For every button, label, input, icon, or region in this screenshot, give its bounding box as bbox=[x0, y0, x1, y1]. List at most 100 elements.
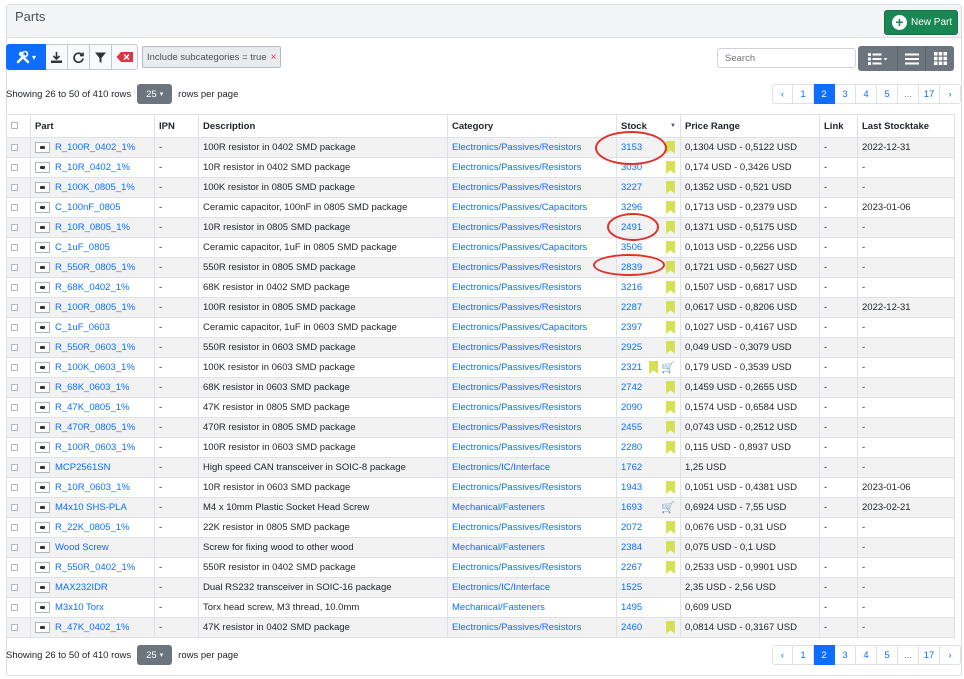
category-link[interactable]: Electronics/Passives/Resistors bbox=[452, 342, 581, 353]
part-link[interactable]: C_100nF_0805 bbox=[55, 202, 121, 213]
row-checkbox[interactable] bbox=[11, 263, 18, 271]
row-select-cell[interactable] bbox=[6, 137, 31, 158]
stock-link[interactable]: 2397 bbox=[621, 322, 642, 333]
stock-link[interactable]: 2072 bbox=[621, 522, 642, 533]
part-link[interactable]: R_100R_0805_1% bbox=[55, 302, 135, 313]
part-link[interactable]: R_10R_0603_1% bbox=[55, 482, 130, 493]
part-link[interactable]: C_1uF_0805 bbox=[55, 242, 110, 253]
row-checkbox[interactable] bbox=[11, 223, 18, 231]
stock-link[interactable]: 2384 bbox=[621, 542, 642, 553]
row-select-cell[interactable] bbox=[6, 157, 31, 178]
category-link[interactable]: Electronics/IC/Interface bbox=[452, 582, 550, 593]
row-select-cell[interactable] bbox=[6, 377, 31, 398]
row-checkbox[interactable] bbox=[11, 243, 18, 251]
col-header-category[interactable]: Category bbox=[447, 114, 617, 138]
part-link[interactable]: R_100R_0402_1% bbox=[55, 142, 135, 153]
list-view-button[interactable] bbox=[898, 46, 926, 71]
category-link[interactable]: Electronics/Passives/Capacitors bbox=[452, 242, 587, 253]
col-header-price-range[interactable]: Price Range bbox=[680, 114, 820, 138]
table-row[interactable]: C_100nF_0805- Ceramic capacitor, 100nF in… bbox=[6, 197, 955, 218]
row-checkbox[interactable] bbox=[11, 443, 18, 451]
row-checkbox[interactable] bbox=[11, 423, 18, 431]
row-checkbox[interactable] bbox=[11, 543, 18, 551]
category-link[interactable]: Electronics/Passives/Resistors bbox=[452, 262, 581, 273]
row-checkbox[interactable] bbox=[11, 303, 18, 311]
category-link[interactable]: Electronics/IC/Interface bbox=[452, 462, 550, 473]
row-select-cell[interactable] bbox=[6, 497, 31, 518]
stock-link[interactable]: 2267 bbox=[621, 562, 642, 573]
row-checkbox[interactable] bbox=[11, 623, 18, 631]
category-link[interactable]: Electronics/Passives/Resistors bbox=[452, 362, 581, 373]
prev-page-button[interactable]: ‹ bbox=[772, 645, 793, 665]
stock-link[interactable]: 2491 bbox=[621, 222, 642, 233]
col-header-part[interactable]: Part bbox=[30, 114, 155, 138]
page-1-button[interactable]: 1 bbox=[793, 84, 814, 104]
table-row[interactable]: R_47K_0805_1% -47K resistor in 0805 SMD p… bbox=[6, 397, 955, 418]
select-all-header[interactable] bbox=[6, 114, 31, 138]
import-button[interactable] bbox=[46, 44, 68, 70]
part-link[interactable]: R_10R_0402_1% bbox=[55, 162, 130, 173]
page-4-button[interactable]: 4 bbox=[856, 84, 877, 104]
table-row[interactable]: R_100K_0805_1% -100K resistor in 0805 SMD… bbox=[6, 177, 955, 198]
col-header-last-stocktake[interactable]: Last Stocktake bbox=[857, 114, 955, 138]
table-row[interactable]: R_68K_0402_1% -68K resistor in 0402 SMD p… bbox=[6, 277, 955, 298]
row-select-cell[interactable] bbox=[6, 297, 31, 318]
table-row[interactable]: R_550R_0402_1% -550R resistor in 0402 SMD… bbox=[6, 557, 955, 578]
row-select-cell[interactable] bbox=[6, 177, 31, 198]
row-select-cell[interactable] bbox=[6, 317, 31, 338]
row-select-cell[interactable] bbox=[6, 477, 31, 498]
category-link[interactable]: Electronics/Passives/Resistors bbox=[452, 302, 581, 313]
stock-link[interactable]: 3227 bbox=[621, 182, 642, 193]
page-size-select[interactable]: 25 ▾ bbox=[137, 645, 173, 665]
row-checkbox[interactable] bbox=[11, 523, 18, 531]
stock-link[interactable]: 1495 bbox=[621, 602, 642, 613]
row-select-cell[interactable] bbox=[6, 457, 31, 478]
page-2-button[interactable]: 2 bbox=[814, 645, 835, 665]
row-checkbox[interactable] bbox=[11, 203, 18, 211]
refresh-button[interactable] bbox=[68, 44, 90, 70]
table-row[interactable]: R_100R_0402_1% -100R resistor in 0402 SMD… bbox=[6, 137, 955, 158]
stock-link[interactable]: 3506 bbox=[621, 242, 642, 253]
table-row[interactable]: C_1uF_0805- Ceramic capacitor, 1uF in 080… bbox=[6, 237, 955, 258]
row-checkbox[interactable] bbox=[11, 603, 18, 611]
clear-filter-button[interactable] bbox=[112, 44, 138, 70]
table-row[interactable]: MAX232IDR - Dual RS232 transceiver in SOIC… bbox=[6, 577, 955, 598]
part-link[interactable]: R_100K_0603_1% bbox=[55, 362, 135, 373]
stock-link[interactable]: 3296 bbox=[621, 202, 642, 213]
table-row[interactable]: R_10R_0402_1% -10R resistor in 0402 SMD p… bbox=[6, 157, 955, 178]
row-select-cell[interactable] bbox=[6, 277, 31, 298]
page-3-button[interactable]: 3 bbox=[835, 84, 856, 104]
category-link[interactable]: Mechanical/Fasteners bbox=[452, 602, 545, 613]
part-link[interactable]: MCP2561SN bbox=[55, 462, 110, 473]
prev-page-button[interactable]: ‹ bbox=[772, 84, 793, 104]
part-link[interactable]: R_550R_0603_1% bbox=[55, 342, 135, 353]
part-link[interactable]: R_100K_0805_1% bbox=[55, 182, 135, 193]
part-link[interactable]: R_550R_0805_1% bbox=[55, 262, 135, 273]
row-checkbox[interactable] bbox=[11, 283, 18, 291]
row-checkbox[interactable] bbox=[11, 363, 18, 371]
row-select-cell[interactable] bbox=[6, 617, 31, 638]
stock-link[interactable]: 2280 bbox=[621, 442, 642, 453]
category-link[interactable]: Electronics/Passives/Resistors bbox=[452, 142, 581, 153]
row-select-cell[interactable] bbox=[6, 557, 31, 578]
new-part-button[interactable]: + New Part bbox=[884, 10, 958, 35]
stock-link[interactable]: 2090 bbox=[621, 402, 642, 413]
row-select-cell[interactable] bbox=[6, 357, 31, 378]
category-link[interactable]: Electronics/Passives/Resistors bbox=[452, 422, 581, 433]
stock-link[interactable]: 2287 bbox=[621, 302, 642, 313]
stock-link[interactable]: 2460 bbox=[621, 622, 642, 633]
category-link[interactable]: Electronics/Passives/Resistors bbox=[452, 282, 581, 293]
row-select-cell[interactable] bbox=[6, 417, 31, 438]
part-link[interactable]: R_10R_0805_1% bbox=[55, 222, 130, 233]
part-link[interactable]: M4x10 SHS-PLA bbox=[55, 502, 127, 513]
category-link[interactable]: Mechanical/Fasteners bbox=[452, 502, 545, 513]
category-link[interactable]: Electronics/Passives/Resistors bbox=[452, 442, 581, 453]
row-checkbox[interactable] bbox=[11, 483, 18, 491]
part-link[interactable]: R_68K_0603_1% bbox=[55, 382, 129, 393]
stock-link[interactable]: 3030 bbox=[621, 162, 642, 173]
stock-link[interactable]: 1525 bbox=[621, 582, 642, 593]
row-select-cell[interactable] bbox=[6, 597, 31, 618]
row-select-cell[interactable] bbox=[6, 217, 31, 238]
page-5-button[interactable]: 5 bbox=[877, 84, 898, 104]
stock-link[interactable]: 2839 bbox=[621, 262, 642, 273]
